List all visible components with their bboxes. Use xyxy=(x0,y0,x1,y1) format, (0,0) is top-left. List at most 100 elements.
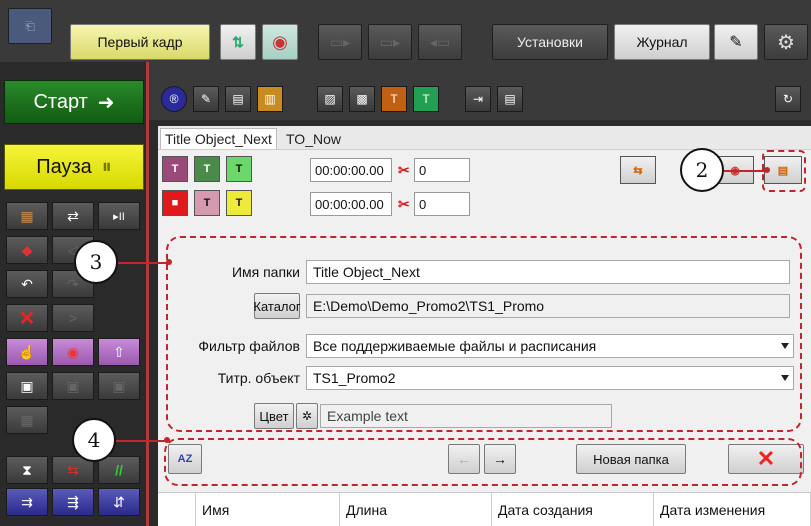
grid-col-length[interactable]: Длина xyxy=(340,493,492,526)
gear-button[interactable]: ⚙ xyxy=(764,24,808,60)
tab-label: TO_Now xyxy=(286,130,341,147)
callout-4-line xyxy=(116,440,168,442)
home-icon: ⎗ xyxy=(25,18,35,33)
panel-divider xyxy=(146,62,149,526)
monitor-button[interactable]: ▭▸ xyxy=(318,24,362,60)
settings-button[interactable]: Установки xyxy=(492,24,608,60)
time-out-value: 00:00:00.00 xyxy=(315,196,384,212)
journal-button[interactable]: Журнал xyxy=(614,24,710,60)
hand-button[interactable]: ☝ xyxy=(6,338,48,366)
grid-col-blank xyxy=(158,493,196,526)
t-red-button[interactable]: ■ xyxy=(162,190,188,216)
title-button-3[interactable]: ▣ xyxy=(98,372,140,400)
image-edit-button[interactable]: ▨ xyxy=(317,86,343,112)
t-remove-button[interactable]: T xyxy=(194,190,220,216)
undo-button[interactable]: ↶ xyxy=(6,270,48,298)
monitor-icon: ▭▸ xyxy=(329,33,351,50)
grid-col-modified[interactable]: Дата изменения xyxy=(654,493,811,526)
t-green-button[interactable]: T xyxy=(226,156,252,182)
count-out-field[interactable]: 0 xyxy=(414,192,470,216)
film-strip-button[interactable]: ▤ xyxy=(225,86,251,112)
refresh-button[interactable]: ↻ xyxy=(775,86,801,112)
count-in-value: 0 xyxy=(419,162,427,178)
t-edit-button[interactable]: T xyxy=(194,156,220,182)
callout-number: 2 xyxy=(695,158,709,182)
time-in-value: 00:00:00.00 xyxy=(315,162,384,178)
grid-col-created[interactable]: Дата создания xyxy=(492,493,654,526)
arrange-button-1[interactable]: ⇉ xyxy=(6,488,48,516)
callout-3-line xyxy=(118,262,170,264)
upload-button[interactable]: ⇧ xyxy=(98,338,140,366)
journal-label: Журнал xyxy=(636,34,688,50)
first-frame-button[interactable]: Первый кадр xyxy=(70,24,210,60)
text-object-button[interactable]: T xyxy=(381,86,407,112)
document-button[interactable]: ▤ xyxy=(497,86,523,112)
title-dim-icon: ▣ xyxy=(112,377,126,394)
callout-2-line xyxy=(724,170,768,172)
film-icon: ▤ xyxy=(232,92,244,106)
close-icon: ✕ xyxy=(18,307,36,330)
image-edit-icon: ▨ xyxy=(324,92,336,106)
back-arrow-button[interactable]: ◆ xyxy=(6,236,48,264)
swap-icon: ⇄ xyxy=(67,207,79,224)
scissors-icon: ✂ xyxy=(398,196,410,212)
crop-button[interactable]: ▩ xyxy=(349,86,375,112)
clock-button[interactable]: ◉ xyxy=(262,24,298,60)
callout-3: 3 xyxy=(74,240,118,284)
home-button[interactable]: ⎗ xyxy=(8,8,52,44)
title-dim-icon: ▣ xyxy=(66,377,80,394)
settings-label: Установки xyxy=(517,34,583,50)
crop-icon: ▩ xyxy=(356,92,368,106)
folder-toolbar-highlight xyxy=(164,438,802,486)
first-frame-label: Первый кадр xyxy=(97,34,183,50)
pause-icon: ⏸ xyxy=(101,155,112,178)
text-object2-button[interactable]: T xyxy=(413,86,439,112)
arrange-button-2[interactable]: ⇶ xyxy=(52,488,94,516)
count-in-field[interactable]: 0 xyxy=(414,158,470,182)
tab-to-now[interactable]: TO_Now xyxy=(282,128,345,149)
record-button[interactable]: ® xyxy=(161,86,187,112)
export-button[interactable]: ⇥ xyxy=(465,86,491,112)
title-button-1[interactable]: ▣ xyxy=(6,372,48,400)
arrange-button-3[interactable]: ⇵ xyxy=(98,488,140,516)
title-icon: ▣ xyxy=(20,377,34,394)
pen-button[interactable]: ✎ xyxy=(714,24,758,60)
forward-button[interactable]: > xyxy=(52,304,94,332)
title-button-2[interactable]: ▣ xyxy=(52,372,94,400)
time-out-field[interactable]: 00:00:00.00 xyxy=(310,192,392,216)
time-in-field[interactable]: 00:00:00.00 xyxy=(310,158,392,182)
tab-label: Title Object_Next xyxy=(165,131,272,147)
timer-button[interactable]: ◉ xyxy=(52,338,94,366)
back-arrow-icon: ◆ xyxy=(21,241,33,258)
arrange-icon: ⇵ xyxy=(113,493,125,510)
grid-col-name[interactable]: Имя xyxy=(196,493,340,526)
forward-icon: > xyxy=(68,310,78,326)
gear-icon: ⚙ xyxy=(777,31,795,54)
start-button[interactable]: Старт ➜ xyxy=(4,80,144,124)
title-layer-button[interactable]: ▥ xyxy=(257,86,283,112)
slash-button[interactable]: // xyxy=(98,456,140,484)
monitor-forward-button[interactable]: ▭▸ xyxy=(368,24,412,60)
edit-button[interactable]: ✎ xyxy=(193,86,219,112)
monitor-back-button[interactable]: ◂▭ xyxy=(418,24,462,60)
hourglass-button[interactable]: ⧗ xyxy=(6,456,48,484)
hourglass-icon: ⧗ xyxy=(22,461,32,478)
film-button[interactable]: ▦ xyxy=(6,202,48,230)
swap-file-button[interactable]: ⇆ xyxy=(620,156,656,184)
frame-marker-button[interactable]: ⇅ xyxy=(220,24,256,60)
callout-4-dot xyxy=(164,437,170,443)
swap-button[interactable]: ⇄ xyxy=(52,202,94,230)
clock-icon: ◉ xyxy=(66,343,80,360)
pause-button[interactable]: Пауза ⏸ xyxy=(4,144,144,190)
undo-icon: ↶ xyxy=(21,275,33,292)
callout-number: 4 xyxy=(87,428,101,452)
scissors-icon: ✂ xyxy=(398,162,410,178)
tab-title-object-next[interactable]: Title Object_Next xyxy=(160,128,277,149)
pen-icon: ✎ xyxy=(729,34,743,51)
t-yellow-button[interactable]: T xyxy=(226,190,252,216)
t-in-button[interactable]: T xyxy=(162,156,188,182)
callout-4: 4 xyxy=(72,418,116,462)
skip-button[interactable]: ▸II xyxy=(98,202,140,230)
grid-button[interactable]: ▦ xyxy=(6,406,48,434)
delete-button[interactable]: ✕ xyxy=(6,304,48,332)
